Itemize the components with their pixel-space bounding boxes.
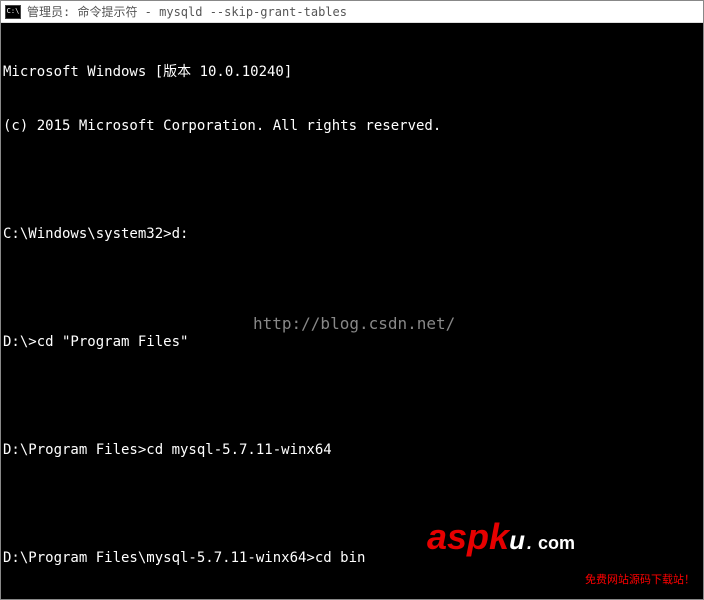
logo-dot: .	[527, 533, 532, 553]
output-line	[3, 387, 703, 405]
output-line: Microsoft Windows [版本 10.0.10240]	[3, 63, 703, 81]
site-logo: aspku.com 免费网站源码下载站！	[367, 483, 695, 591]
cmd-icon	[5, 5, 21, 19]
logo-text-asp: asp	[427, 516, 489, 557]
output-line	[3, 171, 703, 189]
window-title: 管理员: 命令提示符 - mysqld --skip-grant-tables	[27, 3, 347, 20]
output-line	[3, 279, 703, 297]
logo-com: com	[534, 531, 579, 555]
logo-tagline: 免费网站源码下载站！	[585, 571, 695, 589]
output-line: D:\Program Files>cd mysql-5.7.11-winx64	[3, 441, 703, 459]
logo-text-u: u	[509, 525, 525, 555]
output-line: (c) 2015 Microsoft Corporation. All righ…	[3, 117, 703, 135]
output-line: D:\>cd "Program Files"	[3, 333, 703, 351]
output-line: C:\Windows\system32>d:	[3, 225, 703, 243]
titlebar[interactable]: 管理员: 命令提示符 - mysqld --skip-grant-tables	[1, 1, 703, 23]
watermark-text: http://blog.csdn.net/	[253, 315, 455, 333]
logo-text-k: k	[489, 516, 509, 557]
terminal-output[interactable]: Microsoft Windows [版本 10.0.10240] (c) 20…	[1, 23, 703, 599]
